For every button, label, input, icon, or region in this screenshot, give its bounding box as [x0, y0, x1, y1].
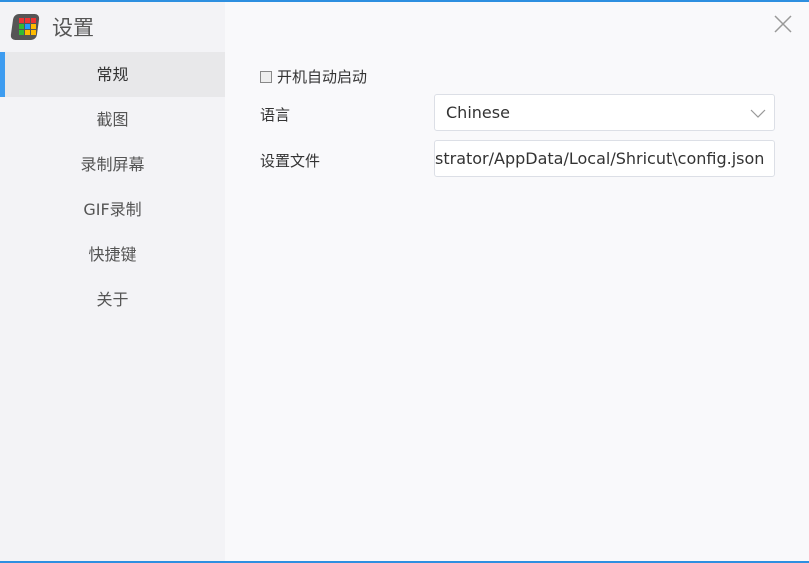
config-file-label: 设置文件	[260, 152, 321, 170]
sidebar-item-screenshot[interactable]: 截图	[0, 97, 225, 142]
sidebar-item-shortcuts[interactable]: 快捷键	[0, 232, 225, 277]
sidebar-item-about[interactable]: 关于	[0, 277, 225, 322]
window-title: 设置	[52, 16, 94, 40]
app-logo	[10, 12, 40, 42]
config-file-input[interactable]: strator/AppData/Local/Shricut\config.jso…	[434, 140, 775, 177]
sidebar-item-general[interactable]: 常规	[0, 52, 225, 97]
chevron-down-icon	[750, 109, 766, 118]
sidebar-nav: 常规 截图 录制屏幕 GIF录制 快捷键 关于	[0, 52, 225, 322]
language-select[interactable]: Chinese	[434, 94, 775, 131]
autostart-label: 开机自动启动	[277, 68, 368, 86]
sidebar-item-gif-record[interactable]: GIF录制	[0, 187, 225, 232]
close-icon[interactable]	[773, 14, 793, 34]
checkbox-box[interactable]	[260, 70, 272, 83]
sidebar-item-screen-record[interactable]: 录制屏幕	[0, 142, 225, 187]
language-value: Chinese	[446, 103, 510, 122]
sidebar: 设置 常规 截图 录制屏幕 GIF录制 快捷键 关于	[0, 2, 225, 561]
window-title-bar: 设置	[0, 2, 225, 52]
language-label: 语言	[260, 106, 291, 124]
autostart-checkbox[interactable]: 开机自动启动	[260, 66, 367, 87]
